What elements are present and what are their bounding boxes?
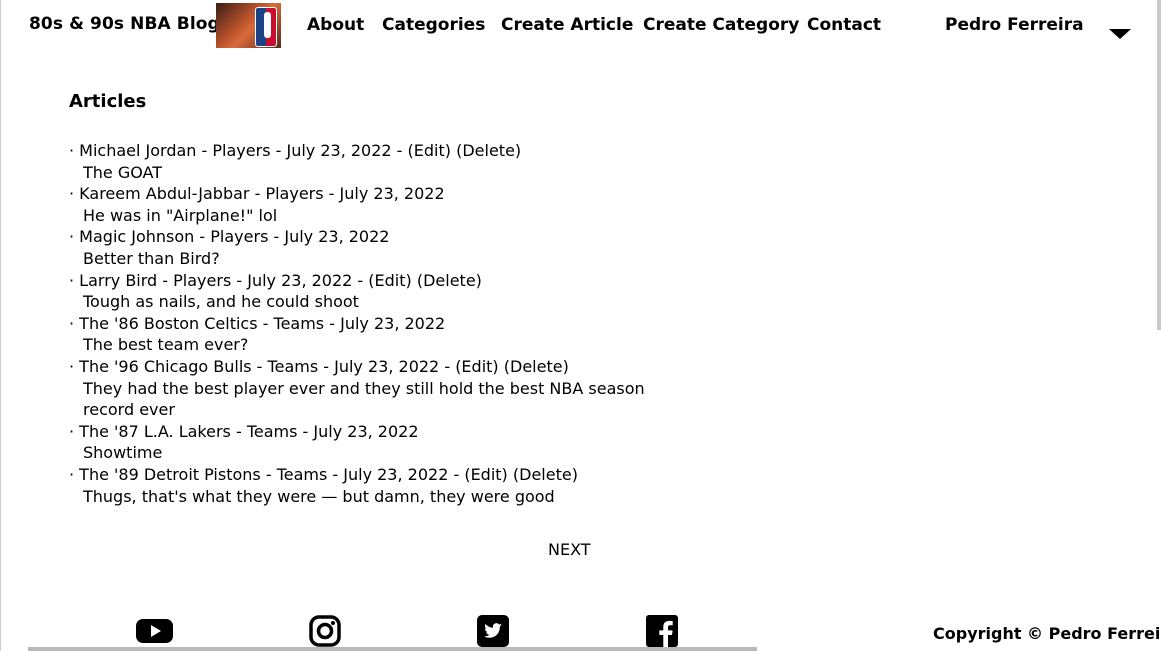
dropdown-caret-icon[interactable] bbox=[1109, 29, 1131, 39]
article-category: Players bbox=[265, 184, 324, 204]
article-list: · Michael Jordan - Players - July 23, 20… bbox=[69, 140, 659, 507]
article-category: Teams bbox=[246, 421, 298, 441]
article-title-link[interactable]: The '87 L.A. Lakers bbox=[79, 422, 231, 441]
list-item: · The '86 Boston Celtics - Teams - July … bbox=[69, 313, 659, 356]
nav-create-category[interactable]: Create Category bbox=[643, 15, 799, 35]
article-date: July 23, 2022 bbox=[343, 464, 449, 484]
article-title-link[interactable]: The '96 Chicago Bulls bbox=[79, 357, 251, 376]
blog-title-link[interactable]: 80s & 90s NBA Blog bbox=[29, 14, 220, 34]
article-summary: The best team ever? bbox=[83, 335, 249, 355]
list-item: · The '89 Detroit Pistons - Teams - July… bbox=[69, 464, 659, 507]
delete-link[interactable]: (Delete) bbox=[456, 141, 521, 160]
twitter-icon[interactable] bbox=[477, 615, 509, 651]
nba-logo-image bbox=[216, 3, 281, 48]
article-title-link[interactable]: Magic Johnson bbox=[79, 227, 194, 246]
page-title: Articles bbox=[69, 91, 147, 112]
edit-link[interactable]: (Edit) bbox=[408, 141, 451, 160]
instagram-icon[interactable] bbox=[309, 615, 341, 651]
copyright-text: Copyright © Pedro Ferreira bbox=[933, 624, 1161, 643]
article-summary: He was in "Airplane!" lol bbox=[83, 205, 278, 225]
article-category: Teams bbox=[267, 356, 319, 376]
nav-contact[interactable]: Contact bbox=[807, 15, 881, 35]
list-item: · Larry Bird - Players - July 23, 2022 -… bbox=[69, 270, 659, 313]
next-page-link[interactable]: NEXT bbox=[548, 540, 591, 559]
delete-link[interactable]: (Delete) bbox=[513, 465, 578, 484]
article-title-link[interactable]: The '89 Detroit Pistons bbox=[79, 465, 261, 484]
edit-link[interactable]: (Edit) bbox=[368, 271, 411, 290]
article-date: July 23, 2022 bbox=[247, 270, 353, 290]
article-title-link[interactable]: Michael Jordan bbox=[79, 141, 196, 160]
list-item: · Michael Jordan - Players - July 23, 20… bbox=[69, 140, 659, 183]
list-item: · Magic Johnson - Players - July 23, 202… bbox=[69, 226, 659, 269]
top-navbar: 80s & 90s NBA Blog About Categories Crea… bbox=[1, 0, 1161, 52]
article-summary: They had the best player ever and they s… bbox=[83, 378, 645, 420]
vertical-scrollbar[interactable] bbox=[1157, 0, 1161, 330]
user-name[interactable]: Pedro Ferreira bbox=[945, 15, 1084, 35]
article-title-link[interactable]: Larry Bird bbox=[79, 271, 157, 290]
article-date: July 23, 2022 bbox=[339, 184, 445, 204]
article-date: July 23, 2022 bbox=[313, 421, 419, 441]
article-date: July 23, 2022 bbox=[340, 313, 446, 333]
youtube-icon[interactable] bbox=[136, 615, 173, 649]
list-item: · The '87 L.A. Lakers - Teams - July 23,… bbox=[69, 421, 659, 464]
nav-create-article[interactable]: Create Article bbox=[501, 15, 633, 35]
article-category: Teams bbox=[276, 464, 328, 484]
nav-about[interactable]: About bbox=[307, 15, 364, 35]
delete-link[interactable]: (Delete) bbox=[504, 357, 569, 376]
article-title-link[interactable]: Kareem Abdul-Jabbar bbox=[79, 184, 249, 203]
article-date: July 23, 2022 bbox=[284, 227, 390, 247]
nav-categories[interactable]: Categories bbox=[382, 15, 485, 35]
article-category: Teams bbox=[273, 313, 325, 333]
list-item: · Kareem Abdul-Jabbar - Players - July 2… bbox=[69, 183, 659, 226]
article-category: Players bbox=[210, 227, 269, 247]
horizontal-scrollbar[interactable] bbox=[28, 647, 757, 651]
article-summary: Better than Bird? bbox=[83, 248, 220, 268]
article-date: July 23, 2022 bbox=[286, 141, 392, 160]
article-summary: The GOAT bbox=[83, 162, 163, 182]
edit-link[interactable]: (Edit) bbox=[455, 357, 498, 376]
facebook-icon[interactable] bbox=[646, 615, 678, 651]
article-category: Players bbox=[212, 141, 271, 160]
article-title-link[interactable]: The '86 Boston Celtics bbox=[79, 314, 257, 333]
article-date: July 23, 2022 bbox=[334, 356, 440, 376]
article-category: Players bbox=[173, 270, 232, 290]
edit-link[interactable]: (Edit) bbox=[464, 465, 507, 484]
article-summary: Showtime bbox=[83, 443, 163, 463]
delete-link[interactable]: (Delete) bbox=[417, 271, 482, 290]
article-summary: Thugs, that's what they were — but damn,… bbox=[83, 486, 555, 506]
list-item: · The '96 Chicago Bulls - Teams - July 2… bbox=[69, 356, 659, 421]
article-summary: Tough as nails, and he could shoot bbox=[83, 292, 359, 312]
